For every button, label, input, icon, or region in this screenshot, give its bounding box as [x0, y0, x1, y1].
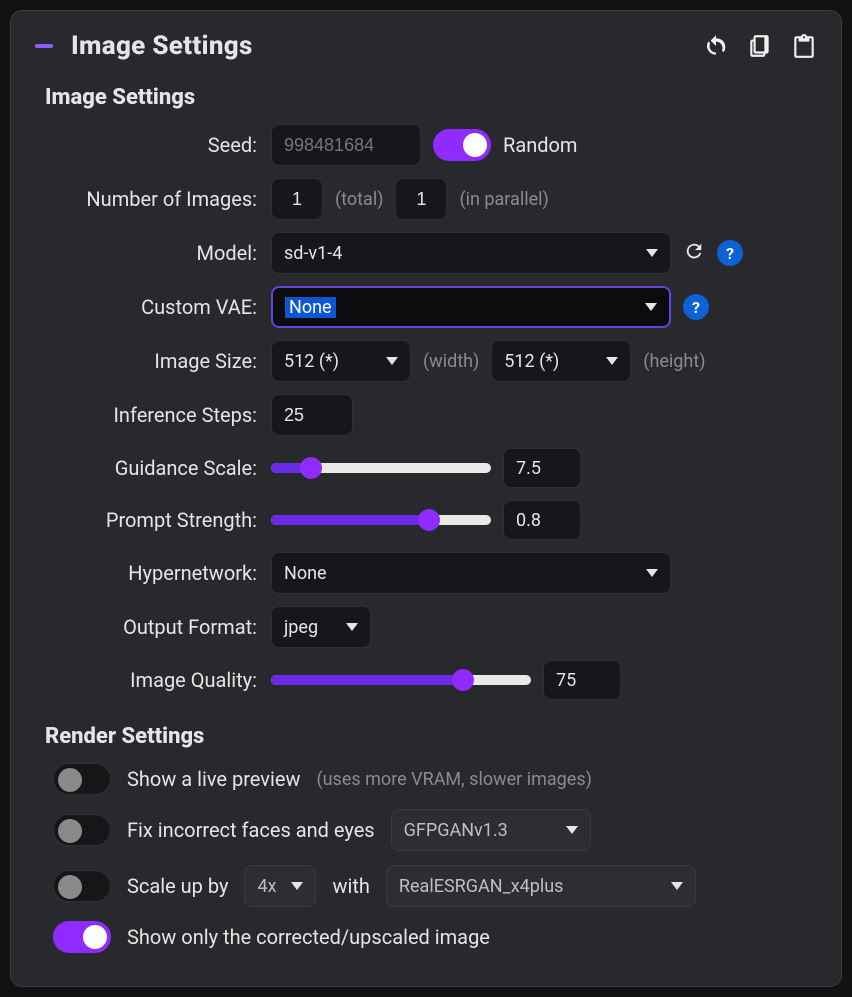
height-hint: (height) — [643, 351, 705, 372]
chevron-down-icon — [646, 569, 658, 577]
refresh-icon — [683, 240, 705, 262]
show-only-corrected-toggle[interactable] — [53, 921, 111, 953]
clipboard-icon — [747, 33, 773, 59]
num-images-label: Number of Images: — [35, 187, 271, 211]
fix-faces-row: Fix incorrect faces and eyes GFPGANv1.3 — [53, 809, 817, 851]
output-format-row: Output Format: jpeg — [35, 606, 817, 648]
total-images-input[interactable] — [271, 178, 323, 220]
height-value: 512 (*) — [504, 351, 559, 372]
random-toggle[interactable] — [433, 129, 491, 161]
chevron-down-icon — [645, 303, 657, 311]
guidance-value[interactable]: 7.5 — [503, 448, 581, 488]
image-settings-panel: Image Settings Image Settings Seed: Rand… — [10, 10, 842, 987]
upscale-model-select[interactable]: RealESRGAN_x4plus — [386, 865, 696, 907]
upscale-row: Scale up by 4x with RealESRGAN_x4plus — [53, 865, 817, 907]
vae-select[interactable]: None — [271, 286, 671, 328]
live-preview-toggle[interactable] — [53, 763, 111, 795]
prompt-strength-value[interactable]: 0.8 — [503, 500, 581, 540]
upscale-factor-value: 4x — [257, 876, 276, 897]
model-select[interactable]: sd-v1-4 — [271, 232, 671, 274]
chevron-down-icon — [346, 623, 358, 631]
image-settings-section-title: Image Settings — [45, 85, 817, 110]
vae-help-button[interactable]: ? — [683, 294, 709, 320]
guidance-label: Guidance Scale: — [35, 456, 271, 480]
image-size-row: Image Size: 512 (*) (width) 512 (*) (hei… — [35, 340, 817, 382]
image-size-label: Image Size: — [35, 349, 271, 373]
width-hint: (width) — [423, 351, 479, 372]
seed-label: Seed: — [35, 133, 271, 157]
hypernetwork-select[interactable]: None — [271, 552, 671, 594]
chevron-down-icon — [646, 249, 658, 257]
render-settings-section-title: Render Settings — [45, 724, 817, 749]
upscale-label-mid: with — [332, 874, 369, 898]
live-preview-row: Show a live preview (uses more VRAM, slo… — [53, 763, 817, 795]
model-row: Model: sd-v1-4 ? — [35, 232, 817, 274]
chevron-down-icon — [606, 357, 618, 365]
refresh-models-button[interactable] — [683, 240, 705, 266]
show-only-corrected-row: Show only the corrected/upscaled image — [53, 921, 817, 953]
parallel-hint: (in parallel) — [459, 189, 548, 210]
upscale-label-pre: Scale up by — [127, 874, 228, 898]
chevron-down-icon — [671, 882, 683, 890]
fix-faces-toggle[interactable] — [53, 814, 111, 846]
steps-input[interactable] — [271, 394, 353, 436]
model-value: sd-v1-4 — [284, 243, 342, 264]
panel-header: Image Settings — [35, 31, 817, 61]
steps-label: Inference Steps: — [35, 403, 271, 427]
collapse-icon[interactable] — [35, 44, 53, 48]
upscale-model-value: RealESRGAN_x4plus — [399, 876, 564, 897]
hypernetwork-label: Hypernetwork: — [35, 561, 271, 585]
random-label: Random — [503, 133, 577, 157]
width-select[interactable]: 512 (*) — [271, 340, 411, 382]
chevron-down-icon — [386, 357, 398, 365]
seed-row: Seed: Random — [35, 124, 817, 166]
live-preview-label: Show a live preview — [127, 767, 300, 791]
fix-faces-model-select[interactable]: GFPGANv1.3 — [391, 809, 591, 851]
header-actions — [703, 33, 817, 59]
chevron-down-icon — [291, 882, 303, 890]
prompt-strength-row: Prompt Strength: 0.8 — [35, 500, 817, 540]
width-value: 512 (*) — [284, 351, 339, 372]
paste-button[interactable] — [791, 33, 817, 59]
chevron-down-icon — [566, 826, 578, 834]
guidance-slider[interactable] — [271, 463, 491, 473]
paste-icon — [791, 33, 817, 59]
output-format-label: Output Format: — [35, 615, 271, 639]
show-only-corrected-label: Show only the corrected/upscaled image — [127, 925, 490, 949]
seed-input[interactable] — [271, 124, 421, 166]
total-hint: (total) — [335, 189, 383, 210]
copy-button[interactable] — [747, 33, 773, 59]
image-quality-slider[interactable] — [271, 675, 531, 685]
height-select[interactable]: 512 (*) — [491, 340, 631, 382]
fix-faces-label: Fix incorrect faces and eyes — [127, 818, 375, 842]
undo-button[interactable] — [703, 33, 729, 59]
num-images-row: Number of Images: (total) (in parallel) — [35, 178, 817, 220]
steps-row: Inference Steps: — [35, 394, 817, 436]
vae-label: Custom VAE: — [35, 295, 271, 319]
parallel-images-input[interactable] — [395, 178, 447, 220]
prompt-strength-label: Prompt Strength: — [35, 508, 271, 532]
image-quality-value[interactable]: 75 — [543, 660, 621, 700]
output-format-value: jpeg — [284, 617, 318, 638]
vae-row: Custom VAE: None ? — [35, 286, 817, 328]
image-quality-label: Image Quality: — [35, 668, 271, 692]
model-label: Model: — [35, 241, 271, 265]
panel-title: Image Settings — [71, 31, 253, 61]
image-quality-row: Image Quality: 75 — [35, 660, 817, 700]
guidance-row: Guidance Scale: 7.5 — [35, 448, 817, 488]
hypernetwork-row: Hypernetwork: None — [35, 552, 817, 594]
live-preview-hint: (uses more VRAM, slower images) — [316, 769, 591, 790]
vae-value: None — [285, 297, 336, 318]
upscale-toggle[interactable] — [53, 870, 111, 902]
upscale-factor-select[interactable]: 4x — [244, 865, 316, 907]
prompt-strength-slider[interactable] — [271, 515, 491, 525]
output-format-select[interactable]: jpeg — [271, 606, 371, 648]
undo-icon — [703, 33, 729, 59]
fix-faces-model-value: GFPGANv1.3 — [404, 820, 508, 841]
hypernetwork-value: None — [284, 563, 327, 584]
model-help-button[interactable]: ? — [717, 240, 743, 266]
